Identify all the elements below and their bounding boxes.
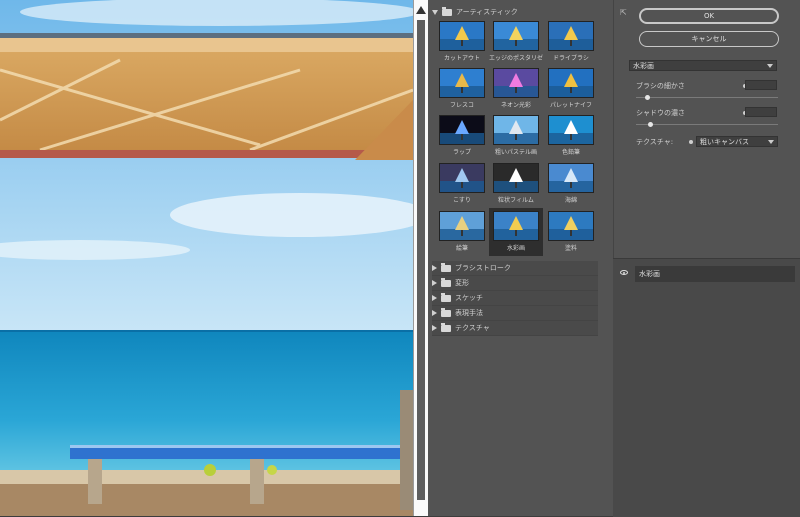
colored-pencil-thumb-icon [548, 115, 594, 145]
shadow-intensity-label: シャドウの濃さ [636, 109, 685, 117]
filter-thumb-label: 粗いパステル画 [494, 149, 537, 156]
filter-thumb-item[interactable]: ラップ [435, 112, 489, 160]
filter-thumb-label: カットアウト [443, 55, 480, 62]
scrollbar-thumb[interactable] [417, 20, 425, 500]
filter-thumb-item[interactable]: 塗料 [544, 208, 598, 256]
filter-folder-item[interactable]: 変形 [432, 276, 598, 291]
effect-layer-label: 水彩画 [639, 270, 660, 278]
sponge-thumb-icon [548, 163, 594, 193]
effect-layers-panel: 水彩画 [613, 258, 800, 517]
neon-glow-thumb-icon [493, 68, 539, 98]
filter-thumb-label: ドライブラシ [553, 55, 589, 62]
filter-thumb-item[interactable]: 粒状フィルム [489, 160, 543, 208]
rough-pastels-thumb-icon [493, 115, 539, 145]
expand-right-icon[interactable] [432, 295, 437, 301]
beach-preview-image [0, 0, 413, 516]
filter-thumb-item[interactable]: 水彩画 [489, 208, 543, 256]
filter-thumb-label: 色鉛筆 [561, 149, 580, 156]
shadow-intensity-slider-knob[interactable] [648, 122, 654, 127]
filter-thumb-label: パレットナイフ [549, 102, 592, 109]
fresco-thumb-icon [439, 68, 485, 98]
filter-thumb-item[interactable]: 海綿 [544, 160, 598, 208]
filter-thumb-item[interactable]: 絵筆 [435, 208, 489, 256]
expand-right-icon[interactable] [432, 265, 437, 271]
texture-label-text: テクスチャ [636, 138, 671, 146]
brush-detail-slider[interactable] [636, 97, 778, 98]
brush-detail-input[interactable] [745, 80, 777, 90]
ok-button[interactable]: OK [639, 8, 779, 24]
filter-folder-item[interactable]: 表現手法 [432, 306, 598, 321]
folder-icon [441, 322, 451, 332]
filter-folder-item[interactable]: ブラシストローク [432, 261, 598, 276]
filter-thumb-item[interactable]: パレットナイフ [544, 65, 598, 113]
shadow-intensity-input[interactable] [745, 107, 777, 117]
filter-thumb-item[interactable]: ドライブラシ [544, 18, 598, 66]
brush-detail-slider-knob[interactable] [645, 95, 651, 100]
folder-label: 表現手法 [455, 309, 483, 317]
expand-right-icon[interactable] [432, 280, 437, 286]
dropdown-arrow-icon [767, 64, 773, 68]
filter-thumb-label: 海綿 [564, 197, 577, 204]
collapse-gallery-icon[interactable]: ⇱ [620, 8, 627, 17]
filter-thumb-label: 粒状フィルム [498, 197, 534, 204]
folder-label: テクスチャ [455, 324, 490, 332]
filter-thumb-label: 塗料 [564, 245, 577, 252]
filter-thumb-label: こすり [453, 197, 471, 204]
filter-thumb-label: ラップ [452, 149, 471, 156]
filter-thumb-label: 水彩画 [506, 245, 525, 252]
brush-detail-label: ブラシの細かさ [636, 82, 685, 90]
cutout-thumb-icon [439, 21, 485, 51]
param-dot-icon [689, 140, 693, 144]
watercolor-thumb-icon [493, 211, 539, 241]
folder-icon [441, 262, 451, 272]
texture-label: テクスチャ: [636, 138, 674, 146]
filter-thumb-item[interactable]: こすり [435, 160, 489, 208]
smudge-stick-thumb-icon [439, 163, 485, 193]
expand-right-icon[interactable] [432, 310, 437, 316]
poster-edges-thumb-icon [493, 21, 539, 51]
folder-label: スケッチ [455, 294, 483, 302]
scroll-up-arrow-icon[interactable] [416, 6, 426, 14]
filter-folder-item[interactable]: スケッチ [432, 291, 598, 306]
folder-icon [442, 6, 452, 16]
preview-scrollbar[interactable] [413, 0, 428, 516]
filter-thumb-item[interactable]: 色鉛筆 [544, 112, 598, 160]
filter-preview-canvas[interactable] [0, 0, 413, 516]
filter-thumb-label: ネオン光彩 [500, 102, 531, 109]
paint-daubs-thumb-icon [439, 211, 485, 241]
texture-select-value: 粗いキャンバス [700, 137, 749, 146]
expand-down-icon[interactable] [432, 9, 438, 15]
shadow-intensity-slider[interactable] [636, 124, 778, 125]
texture-select[interactable]: 粗いキャンバス [696, 136, 778, 147]
folder-icon [441, 307, 451, 317]
folder-label: 変形 [455, 279, 469, 287]
dry-brush-thumb-icon [548, 21, 594, 51]
folder-icon [441, 292, 451, 302]
folder-label: アーティスティック [456, 8, 518, 16]
filter-thumb-label: フレスコ [449, 102, 474, 109]
expand-right-icon[interactable] [432, 325, 437, 331]
filter-thumb-item[interactable]: 粗いパステル画 [489, 112, 543, 160]
cancel-button[interactable]: キャンセル [639, 31, 779, 47]
dropdown-arrow-icon [768, 140, 774, 144]
film-grain-thumb-icon [493, 163, 539, 193]
underpainting-thumb-icon [548, 211, 594, 241]
filter-thumb-label: 絵筆 [455, 245, 468, 252]
filter-thumb-label: エッジのポスタリゼーション [489, 55, 543, 62]
filter-thumb-item[interactable]: フレスコ [435, 65, 489, 113]
plastic-wrap-thumb-icon [439, 115, 485, 145]
filter-folder-item[interactable]: テクスチャ [432, 321, 598, 336]
folder-icon [441, 277, 451, 287]
filter-thumb-item[interactable]: カットアウト [435, 18, 489, 66]
palette-knife-thumb-icon [548, 68, 594, 98]
filter-gallery-panel: アーティスティック カットアウト エッジのポスタリゼーション ドライブラシフレスコ ネ… [428, 0, 613, 516]
filter-select-value: 水彩画 [633, 61, 654, 70]
folder-artistic[interactable]: アーティスティック [432, 5, 598, 19]
filter-thumb-item[interactable]: エッジのポスタリゼーション [489, 18, 543, 66]
eye-visibility-icon[interactable] [620, 270, 628, 275]
filter-select[interactable]: 水彩画 [629, 60, 777, 71]
effect-layer-row[interactable]: 水彩画 [635, 266, 795, 282]
folder-label: ブラシストローク [455, 264, 511, 272]
filter-thumb-item[interactable]: ネオン光彩 [489, 65, 543, 113]
